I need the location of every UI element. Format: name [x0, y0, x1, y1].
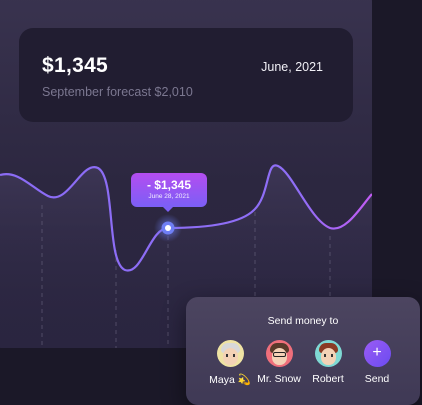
contact-robert[interactable]: Robert — [302, 340, 354, 385]
send-button[interactable]: + Send — [351, 340, 403, 385]
send-money-card: Send money to Maya 💫 Mr. Snow Robert + S… — [186, 297, 420, 405]
contact-mr-snow[interactable]: Mr. Snow — [253, 340, 305, 385]
tooltip-amount: - $1,345 — [146, 178, 192, 192]
chart-point-center — [165, 225, 171, 231]
avatar — [265, 340, 293, 367]
plus-icon: + — [363, 340, 391, 367]
avatar — [216, 340, 244, 367]
contact-name: Maya — [209, 374, 235, 386]
contact-name: Robert — [312, 373, 344, 385]
send-money-title: Send money to — [267, 315, 339, 327]
contact-maya[interactable]: Maya 💫 — [204, 340, 256, 386]
contact-name: Mr. Snow — [257, 373, 301, 385]
send-label: Send — [364, 373, 390, 385]
contact-emoji: 💫 — [237, 374, 251, 386]
tooltip-date: June 28, 2021 — [148, 193, 190, 200]
chart-tooltip: - $1,345 June 28, 2021 — [131, 173, 207, 212]
avatar — [314, 340, 342, 367]
